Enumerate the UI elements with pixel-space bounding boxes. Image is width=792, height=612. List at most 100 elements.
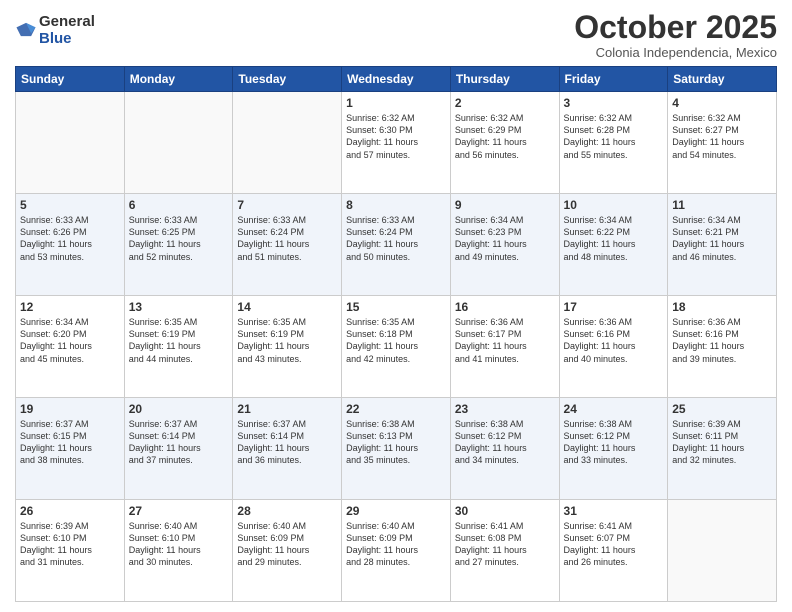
day-number: 4 [672, 96, 772, 110]
day-info: Sunrise: 6:37 AM Sunset: 6:14 PM Dayligh… [237, 418, 337, 467]
calendar-week-row: 1 Sunrise: 6:32 AM Sunset: 6:30 PM Daylig… [16, 92, 777, 194]
subtitle: Colonia Independencia, Mexico [574, 45, 777, 60]
day-info: Sunrise: 6:34 AM Sunset: 6:22 PM Dayligh… [564, 214, 664, 263]
table-cell: 25 Sunrise: 6:39 AM Sunset: 6:11 PM Dayli… [668, 398, 777, 500]
day-number: 29 [346, 504, 446, 518]
day-info: Sunrise: 6:39 AM Sunset: 6:10 PM Dayligh… [20, 520, 120, 569]
col-wednesday: Wednesday [342, 67, 451, 92]
day-number: 24 [564, 402, 664, 416]
day-info: Sunrise: 6:32 AM Sunset: 6:27 PM Dayligh… [672, 112, 772, 161]
table-cell: 26 Sunrise: 6:39 AM Sunset: 6:10 PM Dayli… [16, 500, 125, 602]
day-number: 7 [237, 198, 337, 212]
day-number: 26 [20, 504, 120, 518]
day-number: 23 [455, 402, 555, 416]
table-cell: 4 Sunrise: 6:32 AM Sunset: 6:27 PM Daylig… [668, 92, 777, 194]
day-number: 20 [129, 402, 229, 416]
day-info: Sunrise: 6:36 AM Sunset: 6:16 PM Dayligh… [672, 316, 772, 365]
calendar-header-row: Sunday Monday Tuesday Wednesday Thursday… [16, 67, 777, 92]
day-info: Sunrise: 6:33 AM Sunset: 6:24 PM Dayligh… [346, 214, 446, 263]
table-cell: 31 Sunrise: 6:41 AM Sunset: 6:07 PM Dayli… [559, 500, 668, 602]
day-number: 21 [237, 402, 337, 416]
logo-blue: Blue [39, 31, 95, 48]
col-monday: Monday [124, 67, 233, 92]
logo-icon [15, 20, 37, 42]
day-number: 19 [20, 402, 120, 416]
day-number: 31 [564, 504, 664, 518]
table-cell: 30 Sunrise: 6:41 AM Sunset: 6:08 PM Dayli… [450, 500, 559, 602]
day-info: Sunrise: 6:32 AM Sunset: 6:30 PM Dayligh… [346, 112, 446, 161]
day-number: 25 [672, 402, 772, 416]
table-cell: 16Sunrise: 6:36 AM Sunset: 6:17 PM Dayli… [450, 296, 559, 398]
table-cell: 2Sunrise: 6:32 AM Sunset: 6:29 PM Daylig… [450, 92, 559, 194]
table-cell: 19 Sunrise: 6:37 AM Sunset: 6:15 PM Dayli… [16, 398, 125, 500]
day-number: 27 [129, 504, 229, 518]
day-info: Sunrise: 6:33 AM Sunset: 6:26 PM Dayligh… [20, 214, 120, 263]
day-number: 1 [346, 96, 446, 110]
table-cell: 24 Sunrise: 6:38 AM Sunset: 6:12 PM Dayli… [559, 398, 668, 500]
table-cell [668, 500, 777, 602]
day-info: Sunrise: 6:35 AM Sunset: 6:18 PM Dayligh… [346, 316, 446, 365]
table-cell: 7 Sunrise: 6:33 AM Sunset: 6:24 PM Daylig… [233, 194, 342, 296]
day-info: Sunrise: 6:38 AM Sunset: 6:12 PM Dayligh… [564, 418, 664, 467]
col-sunday: Sunday [16, 67, 125, 92]
day-number: 11 [672, 198, 772, 212]
table-cell: 8 Sunrise: 6:33 AM Sunset: 6:24 PM Daylig… [342, 194, 451, 296]
day-info: Sunrise: 6:36 AM Sunset: 6:17 PM Dayligh… [455, 316, 555, 365]
day-info: Sunrise: 6:35 AM Sunset: 6:19 PM Dayligh… [129, 316, 229, 365]
table-cell: 18 Sunrise: 6:36 AM Sunset: 6:16 PM Dayli… [668, 296, 777, 398]
day-number: 22 [346, 402, 446, 416]
logo-text: General Blue [39, 14, 95, 47]
table-cell: 10 Sunrise: 6:34 AM Sunset: 6:22 PM Dayli… [559, 194, 668, 296]
day-info: Sunrise: 6:32 AM Sunset: 6:28 PM Dayligh… [564, 112, 664, 161]
day-number: 17 [564, 300, 664, 314]
day-number: 8 [346, 198, 446, 212]
day-info: Sunrise: 6:35 AM Sunset: 6:19 PM Dayligh… [237, 316, 337, 365]
day-info: Sunrise: 6:33 AM Sunset: 6:25 PM Dayligh… [129, 214, 229, 263]
day-info: Sunrise: 6:39 AM Sunset: 6:11 PM Dayligh… [672, 418, 772, 467]
main-title: October 2025 [574, 10, 777, 45]
table-cell: 11 Sunrise: 6:34 AM Sunset: 6:21 PM Dayli… [668, 194, 777, 296]
table-cell: 14Sunrise: 6:35 AM Sunset: 6:19 PM Dayli… [233, 296, 342, 398]
table-cell: 15 Sunrise: 6:35 AM Sunset: 6:18 PM Dayli… [342, 296, 451, 398]
day-info: Sunrise: 6:40 AM Sunset: 6:09 PM Dayligh… [346, 520, 446, 569]
table-cell: 6 Sunrise: 6:33 AM Sunset: 6:25 PM Daylig… [124, 194, 233, 296]
table-cell: 13 Sunrise: 6:35 AM Sunset: 6:19 PM Dayli… [124, 296, 233, 398]
table-cell: 21 Sunrise: 6:37 AM Sunset: 6:14 PM Dayli… [233, 398, 342, 500]
table-cell [16, 92, 125, 194]
table-cell [124, 92, 233, 194]
day-info: Sunrise: 6:41 AM Sunset: 6:07 PM Dayligh… [564, 520, 664, 569]
day-number: 6 [129, 198, 229, 212]
day-info: Sunrise: 6:40 AM Sunset: 6:09 PM Dayligh… [237, 520, 337, 569]
page: General Blue October 2025 Colonia Indepe… [0, 0, 792, 612]
day-info: Sunrise: 6:33 AM Sunset: 6:24 PM Dayligh… [237, 214, 337, 263]
day-number: 28 [237, 504, 337, 518]
table-cell: 27 Sunrise: 6:40 AM Sunset: 6:10 PM Dayli… [124, 500, 233, 602]
day-number: 30 [455, 504, 555, 518]
day-info: Sunrise: 6:34 AM Sunset: 6:21 PM Dayligh… [672, 214, 772, 263]
table-cell: 12 Sunrise: 6:34 AM Sunset: 6:20 PM Dayli… [16, 296, 125, 398]
day-number: 2 [455, 96, 555, 110]
day-info: Sunrise: 6:38 AM Sunset: 6:13 PM Dayligh… [346, 418, 446, 467]
table-cell: 1 Sunrise: 6:32 AM Sunset: 6:30 PM Daylig… [342, 92, 451, 194]
day-info: Sunrise: 6:40 AM Sunset: 6:10 PM Dayligh… [129, 520, 229, 569]
calendar-week-row: 26 Sunrise: 6:39 AM Sunset: 6:10 PM Dayli… [16, 500, 777, 602]
day-number: 9 [455, 198, 555, 212]
calendar-week-row: 19 Sunrise: 6:37 AM Sunset: 6:15 PM Dayli… [16, 398, 777, 500]
title-block: October 2025 Colonia Independencia, Mexi… [574, 10, 777, 60]
calendar-week-row: 12 Sunrise: 6:34 AM Sunset: 6:20 PM Dayli… [16, 296, 777, 398]
col-thursday: Thursday [450, 67, 559, 92]
day-info: Sunrise: 6:37 AM Sunset: 6:14 PM Dayligh… [129, 418, 229, 467]
col-saturday: Saturday [668, 67, 777, 92]
day-number: 15 [346, 300, 446, 314]
col-friday: Friday [559, 67, 668, 92]
day-number: 13 [129, 300, 229, 314]
day-info: Sunrise: 6:37 AM Sunset: 6:15 PM Dayligh… [20, 418, 120, 467]
day-info: Sunrise: 6:36 AM Sunset: 6:16 PM Dayligh… [564, 316, 664, 365]
table-cell: 17 Sunrise: 6:36 AM Sunset: 6:16 PM Dayli… [559, 296, 668, 398]
table-cell: 28 Sunrise: 6:40 AM Sunset: 6:09 PM Dayli… [233, 500, 342, 602]
day-number: 12 [20, 300, 120, 314]
day-info: Sunrise: 6:41 AM Sunset: 6:08 PM Dayligh… [455, 520, 555, 569]
day-number: 10 [564, 198, 664, 212]
day-info: Sunrise: 6:34 AM Sunset: 6:20 PM Dayligh… [20, 316, 120, 365]
day-number: 18 [672, 300, 772, 314]
